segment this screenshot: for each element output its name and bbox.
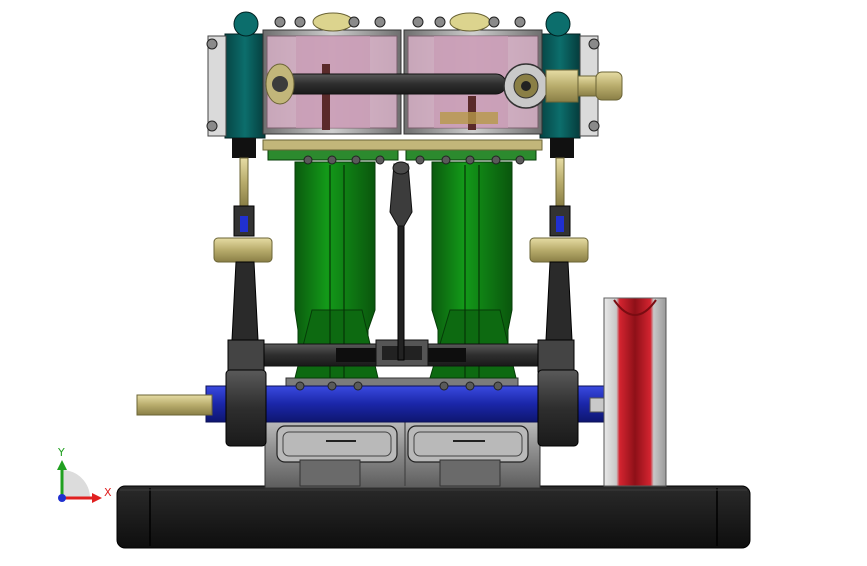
- triad-y-label: Y: [57, 446, 65, 459]
- engine-model-view[interactable]: Y X: [0, 0, 867, 562]
- cad-viewport[interactable]: Y X: [0, 0, 867, 562]
- crankshaft: [136, 385, 605, 423]
- orientation-triad: Y X: [57, 446, 112, 503]
- triad-x-label: X: [104, 486, 112, 499]
- base-plate: [116, 485, 751, 549]
- reversing-lever[interactable]: [389, 161, 413, 361]
- flywheel: [603, 297, 667, 487]
- reverse-shaft: [262, 339, 554, 367]
- crankcase: [264, 411, 541, 489]
